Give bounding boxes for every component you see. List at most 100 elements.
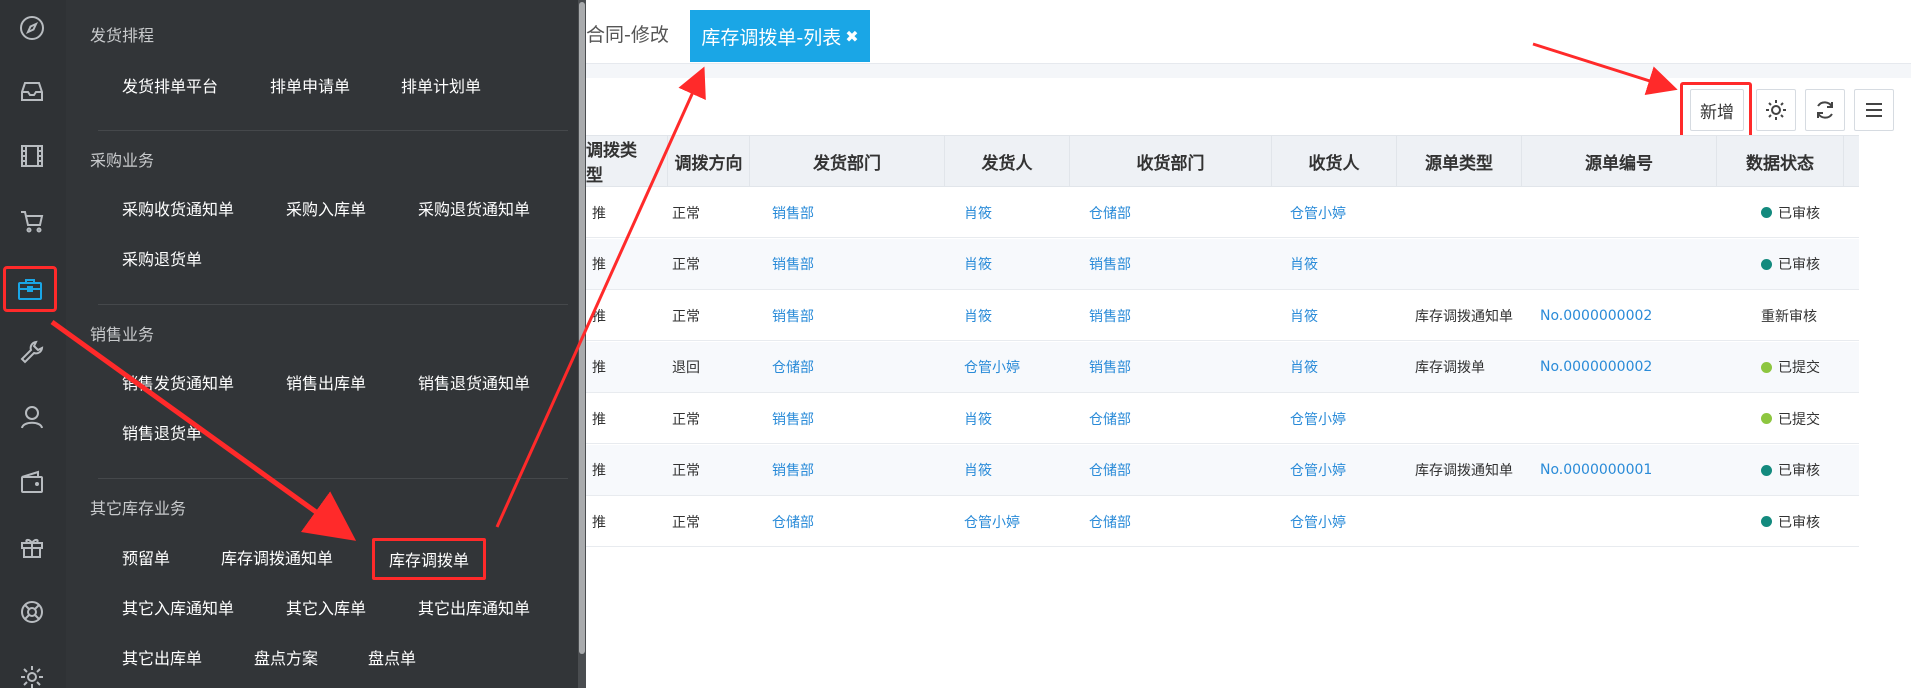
flyout-scrollbar[interactable] <box>578 0 586 688</box>
cell-receiver[interactable]: 肖筱 <box>1290 290 1318 341</box>
column-header-send-dept[interactable]: 发货部门 <box>750 136 945 186</box>
cell-receiver[interactable]: 仓管小婷 <box>1290 496 1346 547</box>
menu-item-schedule-plan[interactable]: 排单计划单 <box>401 73 481 97</box>
refresh-button[interactable] <box>1805 89 1845 131</box>
table-row[interactable]: 推 正常 销售部 肖筱 销售部 肖筱 已审核 <box>586 238 1859 290</box>
inbox-icon[interactable] <box>13 72 51 110</box>
gift-icon[interactable] <box>13 528 51 566</box>
cell-receiver[interactable]: 仓管小婷 <box>1290 445 1346 496</box>
wallet-icon[interactable] <box>13 463 51 501</box>
menu-item-other-inbound[interactable]: 其它入库单 <box>286 595 366 619</box>
menu-button[interactable] <box>1854 89 1894 131</box>
menu-item-transfer-notice[interactable]: 库存调拨通知单 <box>221 545 333 569</box>
cell-recv-dept[interactable]: 销售部 <box>1089 239 1131 290</box>
cell-send-dept[interactable]: 销售部 <box>772 239 814 290</box>
cell-receiver[interactable]: 仓管小婷 <box>1290 187 1346 238</box>
cell-recv-dept[interactable]: 仓储部 <box>1089 496 1131 547</box>
menu-item-stock-transfer[interactable]: 库存调拨单 <box>372 538 487 580</box>
wrench-icon[interactable] <box>13 333 51 371</box>
cell-text: 肖筱 <box>964 463 992 479</box>
menu-item-sales-delivery-notice[interactable]: 销售发货通知单 <box>122 370 234 394</box>
column-header-recv-dept[interactable]: 收货部门 <box>1070 136 1272 186</box>
cell-sender[interactable]: 仓管小婷 <box>964 496 1020 547</box>
cell-text: 销售部 <box>1089 257 1131 273</box>
cell-direction: 正常 <box>672 393 700 444</box>
column-header-source-type[interactable]: 源单类型 <box>1397 136 1522 186</box>
column-header-source-no[interactable]: 源单编号 <box>1522 136 1717 186</box>
menu-item-stocktake-plan[interactable]: 盘点方案 <box>254 645 318 669</box>
cell-text: 库存调拨通知单 <box>1415 463 1513 479</box>
gear-icon[interactable] <box>13 658 51 688</box>
column-header-direction[interactable]: 调拨方向 <box>668 136 750 186</box>
menu-item-sales-outbound[interactable]: 销售出库单 <box>286 370 366 394</box>
menu-item-shipping-platform[interactable]: 发货排单平台 <box>122 73 218 97</box>
cell-sender[interactable]: 肖筱 <box>964 393 992 444</box>
menu-item-other-inbound-notice[interactable]: 其它入库通知单 <box>122 595 234 619</box>
cart-icon[interactable] <box>13 202 51 240</box>
cell-sender[interactable]: 肖筱 <box>964 239 992 290</box>
scrollbar-thumb[interactable] <box>579 2 585 654</box>
column-header-sender[interactable]: 发货人 <box>945 136 1070 186</box>
menu-item-other-outbound[interactable]: 其它出库单 <box>122 645 202 669</box>
cell-text: 推 <box>592 463 606 479</box>
cell-send-dept[interactable]: 销售部 <box>772 393 814 444</box>
table-row[interactable]: 推 退回 仓储部 仓管小婷 销售部 肖筱 库存调拨单 No.0000000002 已提交 <box>586 341 1859 393</box>
tab-contract-edit[interactable]: 合同-修改 <box>586 20 669 47</box>
lifebuoy-icon[interactable] <box>13 593 51 631</box>
table-row[interactable]: 推 正常 销售部 肖筱 仓储部 仓管小婷 已提交 <box>586 393 1859 444</box>
menu-item-purchase-return-notice[interactable]: 采购退货通知单 <box>418 196 530 220</box>
menu-item-purchase-receipt-notice[interactable]: 采购收货通知单 <box>122 196 234 220</box>
cell-src-type: 库存调拨通知单 <box>1415 290 1513 341</box>
cell-text: 仓管小婷 <box>1290 463 1346 479</box>
menu-item-other-outbound-notice[interactable]: 其它出库通知单 <box>418 595 530 619</box>
tab-bar: 合同-修改 库存调拨单-列表 ✖ <box>586 0 1911 64</box>
cell-text: 已审核 <box>1778 257 1820 273</box>
settings-button[interactable] <box>1756 89 1796 131</box>
menu-item-sales-return[interactable]: 销售退货单 <box>122 420 202 444</box>
column-header-transfer-type[interactable]: 调拨类型 <box>586 136 668 186</box>
cell-receiver[interactable]: 肖筱 <box>1290 342 1318 393</box>
briefcase-icon[interactable] <box>3 266 57 312</box>
cell-src-no[interactable]: No.0000000002 <box>1540 342 1652 393</box>
cell-recv-dept[interactable]: 仓储部 <box>1089 187 1131 238</box>
cell-direction: 正常 <box>672 445 700 496</box>
cell-recv-dept[interactable]: 销售部 <box>1089 342 1131 393</box>
film-icon[interactable] <box>13 137 51 175</box>
cell-recv-dept[interactable]: 仓储部 <box>1089 393 1131 444</box>
table-row[interactable]: 推 正常 销售部 肖筱 仓储部 仓管小婷 已审核 <box>586 187 1859 238</box>
cell-send-dept[interactable]: 仓储部 <box>772 342 814 393</box>
cell-sender[interactable]: 肖筱 <box>964 290 992 341</box>
cell-receiver[interactable]: 仓管小婷 <box>1290 393 1346 444</box>
cell-status: 已审核 <box>1761 239 1820 290</box>
cell-src-no[interactable]: No.0000000002 <box>1540 290 1652 341</box>
table-row[interactable]: 推 正常 仓储部 仓管小婷 仓储部 仓管小婷 已审核 <box>586 496 1859 547</box>
cell-sender[interactable]: 肖筱 <box>964 445 992 496</box>
cell-recv-dept[interactable]: 销售部 <box>1089 290 1131 341</box>
cell-send-dept[interactable]: 销售部 <box>772 290 814 341</box>
cell-send-dept[interactable]: 销售部 <box>772 187 814 238</box>
cell-text: 仓管小婷 <box>1290 205 1346 222</box>
user-icon[interactable] <box>13 398 51 436</box>
menu-item-purchase-inbound[interactable]: 采购入库单 <box>286 196 366 220</box>
cell-recv-dept[interactable]: 仓储部 <box>1089 445 1131 496</box>
cell-src-no[interactable]: No.0000000001 <box>1540 445 1652 496</box>
compass-icon[interactable] <box>13 9 51 47</box>
cell-receiver[interactable]: 肖筱 <box>1290 239 1318 290</box>
menu-item-purchase-return[interactable]: 采购退货单 <box>122 246 202 270</box>
cell-sender[interactable]: 肖筱 <box>964 187 992 238</box>
menu-item-stocktake[interactable]: 盘点单 <box>368 645 416 669</box>
gear-icon <box>1766 100 1786 120</box>
cell-send-dept[interactable]: 销售部 <box>772 445 814 496</box>
table-row[interactable]: 推 正常 销售部 肖筱 仓储部 仓管小婷 库存调拨通知单 No.0000000001 已审核 <box>586 444 1859 496</box>
cell-sender[interactable]: 仓管小婷 <box>964 342 1020 393</box>
column-header-receiver[interactable]: 收货人 <box>1272 136 1397 186</box>
close-icon[interactable]: ✖ <box>845 27 858 46</box>
menu-item-reservation[interactable]: 预留单 <box>122 545 170 569</box>
menu-item-schedule-request[interactable]: 排单申请单 <box>270 73 350 97</box>
cell-text: 肖筱 <box>964 257 992 273</box>
column-header-status[interactable]: 数据状态 <box>1717 136 1844 186</box>
tab-stock-transfer-list[interactable]: 库存调拨单-列表 ✖ <box>690 10 870 62</box>
menu-item-sales-return-notice[interactable]: 销售退货通知单 <box>418 370 530 394</box>
cell-send-dept[interactable]: 仓储部 <box>772 496 814 547</box>
table-row[interactable]: 推 正常 销售部 肖筱 销售部 肖筱 库存调拨通知单 No.0000000002 重新审核 <box>586 290 1859 341</box>
